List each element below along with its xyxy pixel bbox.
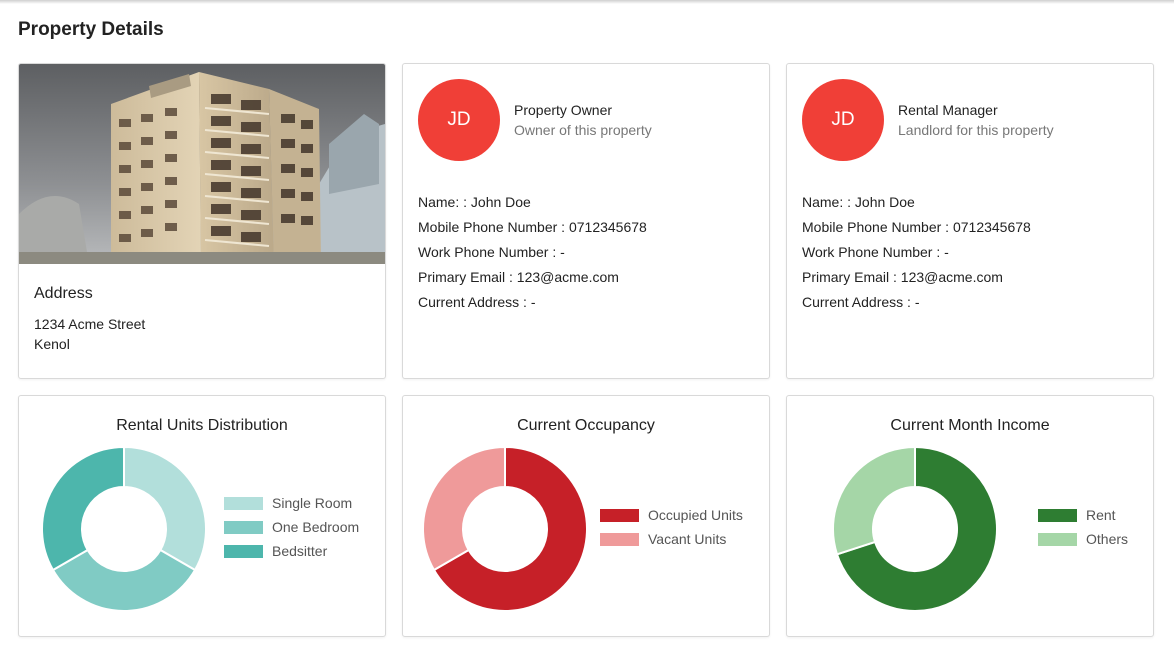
building-image xyxy=(19,64,385,264)
legend-label: Vacant Units xyxy=(648,531,727,547)
manager-name: Name: : John Doe xyxy=(802,194,915,210)
legend-label: Single Room xyxy=(272,495,353,511)
owner-role: Property Owner xyxy=(514,102,613,118)
owner-name: Name: : John Doe xyxy=(418,194,531,210)
address-title: Address xyxy=(34,285,93,302)
owner-subtitle: Owner of this property xyxy=(514,122,652,138)
owner-card: JD Property Owner Owner of this property… xyxy=(402,63,770,379)
legend-swatch xyxy=(600,508,639,522)
owner-avatar: JD xyxy=(418,79,500,161)
legend-label: One Bedroom xyxy=(272,519,360,535)
rental-units-donut xyxy=(41,445,207,612)
rental-units-chart-card: Rental Units Distribution Single Room One… xyxy=(18,395,386,637)
legend-label: Bedsitter xyxy=(272,543,328,559)
manager-subtitle: Landlord for this property xyxy=(898,122,1054,138)
occupancy-chart-card: Current Occupancy Occupied Units Vacant U… xyxy=(402,395,770,637)
donut-slice-one-bedroom[interactable] xyxy=(51,548,197,612)
legend-item-bedsitter[interactable]: Bedsitter xyxy=(224,543,327,559)
manager-card: JD Rental Manager Landlord for this prop… xyxy=(786,63,1154,379)
legend-label: Occupied Units xyxy=(648,507,743,523)
legend-item-one-bedroom[interactable]: One Bedroom xyxy=(224,519,359,535)
manager-avatar: JD xyxy=(802,79,884,161)
manager-role: Rental Manager xyxy=(898,102,998,118)
owner-email: Primary Email : 123@acme.com xyxy=(418,269,619,285)
legend-item-single-room[interactable]: Single Room xyxy=(224,495,352,511)
legend-label: Rent xyxy=(1086,507,1116,523)
legend-item-rent[interactable]: Rent xyxy=(1038,507,1116,523)
legend-swatch xyxy=(224,544,263,558)
donut-slice-others[interactable] xyxy=(832,445,916,556)
address-line-1: 1234 Acme Street xyxy=(34,316,146,332)
legend-item-occupied-units[interactable]: Occupied Units xyxy=(600,507,743,523)
legend-swatch xyxy=(224,496,263,510)
legend-swatch xyxy=(224,520,263,534)
property-card: Address 1234 Acme Street Kenol xyxy=(18,63,386,379)
owner-work-phone: Work Phone Number : - xyxy=(418,244,565,260)
top-bar-shadow xyxy=(0,0,1174,4)
donut-slice-bedsitter[interactable] xyxy=(41,445,125,572)
address-line-2: Kenol xyxy=(34,336,70,352)
donut-slice-vacant-units[interactable] xyxy=(422,445,506,572)
legend-swatch xyxy=(600,532,639,546)
page-title: Property Details xyxy=(18,19,164,40)
legend-swatch xyxy=(1038,532,1077,546)
manager-email: Primary Email : 123@acme.com xyxy=(802,269,1003,285)
manager-work-phone: Work Phone Number : - xyxy=(802,244,949,260)
owner-current-address: Current Address : - xyxy=(418,294,536,310)
manager-current-address: Current Address : - xyxy=(802,294,920,310)
owner-mobile-phone: Mobile Phone Number : 0712345678 xyxy=(418,219,647,235)
legend-item-vacant-units[interactable]: Vacant Units xyxy=(600,531,726,547)
manager-mobile-phone: Mobile Phone Number : 0712345678 xyxy=(802,219,1031,235)
property-photo xyxy=(19,64,385,264)
income-chart-card: Current Month Income Rent Others xyxy=(786,395,1154,637)
legend-item-others[interactable]: Others xyxy=(1038,531,1128,547)
legend-swatch xyxy=(1038,508,1077,522)
legend-label: Others xyxy=(1086,531,1129,547)
